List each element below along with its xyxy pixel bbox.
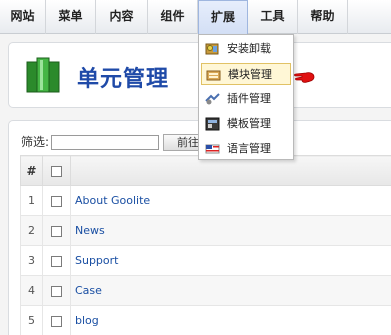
row-number: 3	[20, 245, 43, 276]
row-number: 2	[20, 215, 43, 246]
menu-components[interactable]: 组件	[148, 0, 198, 34]
row-checkbox[interactable]	[51, 285, 62, 297]
row-checkbox[interactable]	[51, 255, 62, 267]
dropdown-item-label: 模板管理	[227, 117, 271, 130]
menu-help[interactable]: 帮助	[298, 0, 348, 34]
red-hand-pointer-icon	[294, 72, 315, 83]
dropdown-item-label: 安装卸载	[227, 42, 271, 55]
row-number: 4	[20, 275, 43, 306]
row-select[interactable]	[42, 305, 71, 335]
row-checkbox[interactable]	[51, 225, 62, 237]
module-name-link[interactable]: Support	[70, 245, 391, 276]
filter-label: 筛选:	[21, 135, 50, 149]
filter-input[interactable]	[51, 135, 159, 150]
dropdown-item-modules[interactable]: 模块管理	[201, 63, 291, 85]
dropdown-item-label: 模块管理	[228, 68, 272, 81]
top-menubar: 网站 菜单 内容 组件 扩展 工具 帮助	[0, 0, 391, 34]
dropdown-item-plugins[interactable]: 插件管理	[201, 88, 291, 110]
module-name-link[interactable]: News	[70, 215, 391, 246]
row-select[interactable]	[42, 275, 71, 306]
table-row: 4 Case	[20, 275, 391, 306]
extensions-dropdown: 安装卸载 模块管理 插件管理 模板管理 语言管理	[198, 34, 294, 160]
module-manager-icon	[26, 57, 60, 93]
row-number: 1	[20, 185, 43, 216]
page-title: 单元管理	[77, 67, 170, 92]
module-name-link[interactable]: About Goolite	[70, 185, 391, 216]
column-name-header	[70, 155, 391, 186]
plugin-icon	[205, 93, 220, 105]
row-number: 5	[20, 305, 43, 335]
dropdown-item-templates[interactable]: 模板管理	[201, 113, 291, 135]
table-row: 3 Support	[20, 245, 391, 276]
row-select[interactable]	[42, 245, 71, 276]
dropdown-item-languages[interactable]: 语言管理	[201, 138, 291, 160]
row-checkbox[interactable]	[51, 315, 62, 327]
menu-menus[interactable]: 菜单	[46, 0, 96, 34]
menu-content[interactable]: 内容	[96, 0, 148, 34]
menu-extensions[interactable]: 扩展	[198, 0, 248, 34]
modules-table: # 1 About Goolite 2 News 3 Support 4 Cas…	[20, 155, 391, 335]
table-row: 2 News	[20, 215, 391, 246]
install-icon	[205, 43, 219, 55]
module-name-link[interactable]: blog	[70, 305, 391, 335]
select-all-checkbox[interactable]	[51, 165, 62, 177]
menu-tools[interactable]: 工具	[248, 0, 298, 34]
dropdown-item-label: 语言管理	[227, 142, 271, 155]
module-icon	[206, 70, 221, 81]
module-name-link[interactable]: Case	[70, 275, 391, 306]
language-icon	[205, 144, 220, 154]
dropdown-item-label: 插件管理	[227, 92, 271, 105]
template-icon	[205, 117, 220, 131]
row-select[interactable]	[42, 215, 71, 246]
dropdown-item-install[interactable]: 安装卸载	[201, 38, 291, 60]
column-number-header: #	[20, 155, 43, 186]
table-row: 1 About Goolite	[20, 185, 391, 216]
table-row: 5 blog	[20, 305, 391, 335]
menu-site[interactable]: 网站	[0, 0, 46, 34]
row-select[interactable]	[42, 185, 71, 216]
table-header-row: #	[20, 155, 391, 186]
row-checkbox[interactable]	[51, 195, 62, 207]
column-select-all[interactable]	[42, 155, 71, 186]
